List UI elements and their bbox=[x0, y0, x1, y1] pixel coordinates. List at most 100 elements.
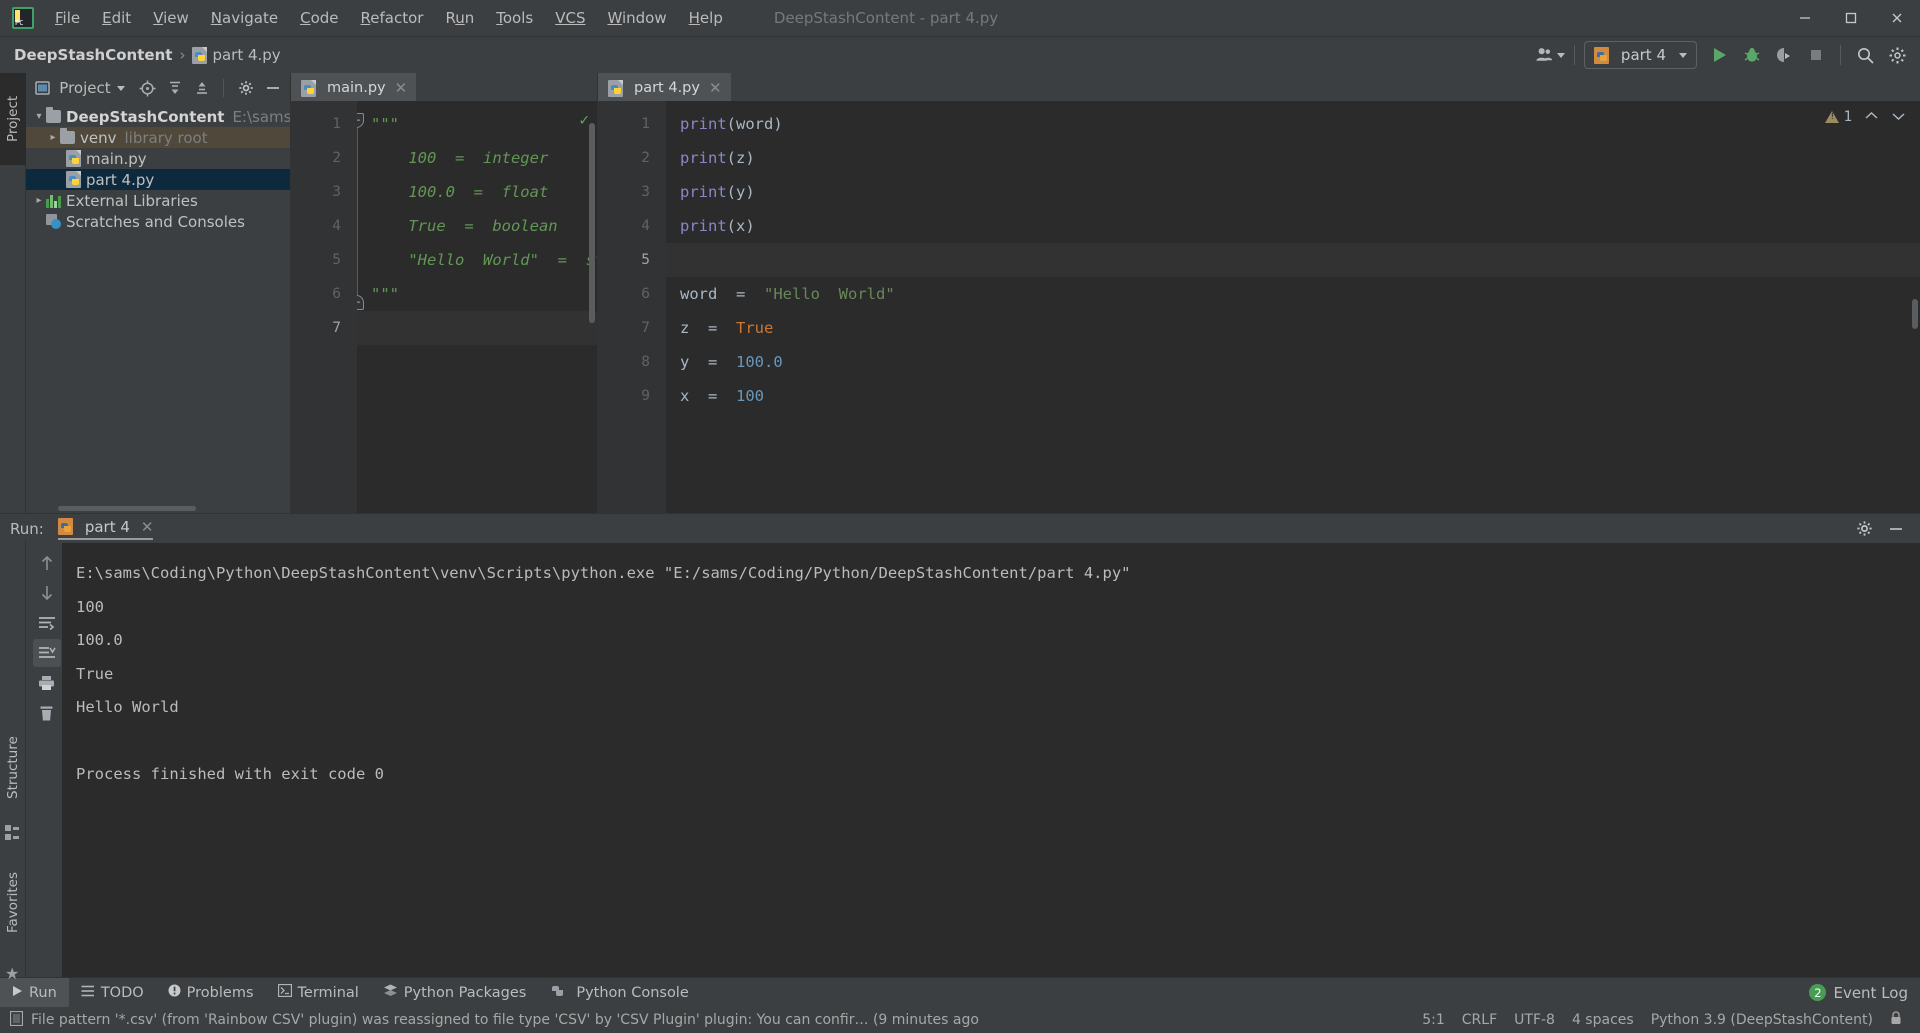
run-window-settings-gear-icon[interactable] bbox=[1850, 515, 1878, 543]
chevron-down-icon[interactable] bbox=[116, 85, 125, 91]
tree-label: part 4.py bbox=[86, 170, 155, 189]
editor-pane-right: part 4.py ✕ 1 2 3 4 5 6 7 8 9 print(word… bbox=[598, 73, 1920, 513]
code-right[interactable]: print(word) print(z) print(y) print(x) word… bbox=[666, 101, 1920, 513]
account-icon[interactable] bbox=[1535, 41, 1565, 69]
tree-item-venv[interactable]: ▸ venv library root bbox=[26, 127, 290, 148]
run-with-coverage-button[interactable] bbox=[1769, 41, 1799, 69]
gutter-left[interactable]: 1 2 3 4 5 6 7 bbox=[291, 101, 357, 513]
tab-part-4-py[interactable]: part 4.py ✕ bbox=[598, 73, 731, 101]
menu-file[interactable]: FFileile bbox=[44, 5, 91, 31]
sidebar-tab-favorites[interactable]: Favorites bbox=[0, 850, 26, 956]
maximize-button[interactable] bbox=[1828, 0, 1874, 36]
editor-body-right[interactable]: 1 2 3 4 5 6 7 8 9 print(word) print(z) pri… bbox=[598, 101, 1920, 513]
print-icon[interactable] bbox=[33, 669, 61, 697]
lock-icon[interactable] bbox=[1890, 1011, 1902, 1029]
close-icon[interactable]: ✕ bbox=[395, 79, 408, 97]
menu-help[interactable]: Help bbox=[678, 5, 734, 31]
breadcrumb-project[interactable]: DeepStashContent bbox=[14, 46, 172, 64]
scroll-to-end-icon[interactable] bbox=[32, 639, 61, 667]
hide-run-window-icon[interactable] bbox=[1882, 515, 1910, 543]
event-log-area[interactable]: 2 Event Log bbox=[1809, 984, 1920, 1002]
menu-window[interactable]: Window bbox=[596, 5, 677, 31]
up-stack-button[interactable] bbox=[33, 549, 61, 577]
indent-setting[interactable]: 4 spaces bbox=[1572, 1012, 1634, 1028]
close-icon[interactable]: ✕ bbox=[141, 518, 154, 536]
project-tree[interactable]: ▾ DeepStashContent E:\sams\C ▸ venv libr… bbox=[26, 103, 290, 504]
gutter-right[interactable]: 1 2 3 4 5 6 7 8 9 bbox=[598, 101, 666, 513]
editor-body-left[interactable]: 1 2 3 4 5 6 7 ─ ─ """ 100 = integer bbox=[291, 101, 597, 513]
caret-position[interactable]: 5:1 bbox=[1422, 1012, 1445, 1028]
code-token: True bbox=[736, 319, 774, 337]
editor-right-scrollbar[interactable] bbox=[1910, 101, 1920, 513]
gear-icon[interactable] bbox=[1882, 41, 1912, 69]
menu-view[interactable]: View bbox=[142, 5, 200, 31]
code-left[interactable]: ─ ─ """ 100 = integer 100.0 = float True… bbox=[357, 101, 597, 513]
tool-window-problems[interactable]: Problems bbox=[156, 978, 266, 1008]
expand-all-icon[interactable] bbox=[164, 77, 185, 99]
previous-problem-icon[interactable] bbox=[1864, 109, 1879, 125]
select-opened-file-icon[interactable] bbox=[137, 77, 158, 99]
tool-window-label: Terminal bbox=[297, 984, 359, 1001]
tree-item-external-libraries[interactable]: ▸ External Libraries bbox=[26, 190, 290, 211]
run-tab-part-4[interactable]: part 4 ✕ bbox=[57, 518, 154, 540]
menu-run[interactable]: Run bbox=[434, 5, 485, 31]
tool-window-todo[interactable]: TODO bbox=[69, 978, 156, 1008]
run-configuration-selector[interactable]: part 4 bbox=[1583, 41, 1697, 69]
run-window-header-actions bbox=[1850, 515, 1920, 543]
close-button[interactable] bbox=[1874, 0, 1920, 36]
tool-window-terminal[interactable]: Terminal bbox=[266, 978, 371, 1008]
collapse-all-icon[interactable] bbox=[191, 77, 212, 99]
editor-left-scrollbar[interactable] bbox=[587, 101, 597, 513]
close-icon[interactable]: ✕ bbox=[709, 79, 722, 97]
tree-item-main-py[interactable]: main.py bbox=[26, 148, 290, 169]
project-horizontal-scrollbar[interactable] bbox=[26, 504, 290, 513]
minimize-button[interactable] bbox=[1782, 0, 1828, 36]
menu-edit[interactable]: Edit bbox=[91, 5, 142, 31]
status-bar: File pattern '*.csv' (from 'Rainbow CSV'… bbox=[0, 1007, 1920, 1033]
tree-item-deepstashcontent[interactable]: ▾ DeepStashContent E:\sams\C bbox=[26, 106, 290, 127]
line-number: 3 bbox=[641, 184, 650, 200]
tree-item-part-4-py[interactable]: part 4.py bbox=[26, 169, 290, 190]
tool-window-python-console[interactable]: Python Console bbox=[538, 978, 700, 1008]
sidebar-tab-project[interactable]: Project bbox=[0, 73, 26, 165]
tab-label: main.py bbox=[327, 80, 386, 96]
project-window-icon bbox=[32, 77, 53, 99]
next-problem-icon[interactable] bbox=[1891, 109, 1906, 125]
down-stack-button[interactable] bbox=[33, 579, 61, 607]
file-encoding[interactable]: UTF-8 bbox=[1514, 1012, 1555, 1028]
status-message[interactable]: File pattern '*.csv' (from 'Rainbow CSV'… bbox=[31, 1012, 979, 1028]
clear-all-trash-icon[interactable] bbox=[33, 699, 61, 727]
menu-code[interactable]: Code bbox=[289, 5, 349, 31]
breadcrumb-file[interactable]: part 4.py bbox=[212, 46, 280, 64]
menu-tools[interactable]: Tools bbox=[485, 5, 544, 31]
run-console-output[interactable]: E:\sams\Coding\Python\DeepStashContent\v… bbox=[62, 543, 1920, 977]
tree-label: venv bbox=[80, 128, 117, 147]
breadcrumb-separator: › bbox=[179, 46, 186, 64]
menu-refactor[interactable]: Refactor bbox=[350, 5, 435, 31]
tool-window-label: TODO bbox=[100, 984, 144, 1001]
hide-panel-icon[interactable] bbox=[263, 77, 284, 99]
chevron-down-icon[interactable]: ▾ bbox=[32, 111, 46, 122]
stop-button[interactable] bbox=[1801, 41, 1831, 69]
status-bar-widgets: 5:1 CRLF UTF-8 4 spaces Python 3.9 (Deep… bbox=[1422, 1011, 1910, 1029]
menu-vcs[interactable]: VCS bbox=[544, 5, 596, 31]
soft-wrap-icon[interactable] bbox=[33, 609, 61, 637]
chevron-right-icon[interactable]: ▸ bbox=[46, 132, 60, 143]
debug-button[interactable] bbox=[1737, 41, 1767, 69]
search-icon[interactable] bbox=[1850, 41, 1880, 69]
project-settings-gear-icon[interactable] bbox=[235, 77, 256, 99]
menu-navigate[interactable]: Navigate bbox=[200, 5, 289, 31]
window-controls bbox=[1782, 0, 1920, 36]
tab-main-py[interactable]: main.py ✕ bbox=[291, 73, 417, 101]
sidebar-tab-structure[interactable]: Structure bbox=[0, 720, 26, 816]
line-separator[interactable]: CRLF bbox=[1462, 1012, 1497, 1028]
inspection-widget[interactable]: 1 bbox=[1824, 109, 1906, 125]
python-file-icon bbox=[66, 171, 81, 188]
run-window-body: E:\sams\Coding\Python\DeepStashContent\v… bbox=[0, 543, 1920, 977]
line-number: 3 bbox=[332, 184, 341, 200]
run-button[interactable] bbox=[1705, 41, 1735, 69]
chevron-right-icon[interactable]: ▸ bbox=[32, 195, 46, 206]
python-interpreter[interactable]: Python 3.9 (DeepStashContent) bbox=[1651, 1012, 1873, 1028]
tree-item-scratches[interactable]: Scratches and Consoles bbox=[26, 211, 290, 232]
tool-window-python-packages[interactable]: Python Packages bbox=[371, 978, 539, 1008]
